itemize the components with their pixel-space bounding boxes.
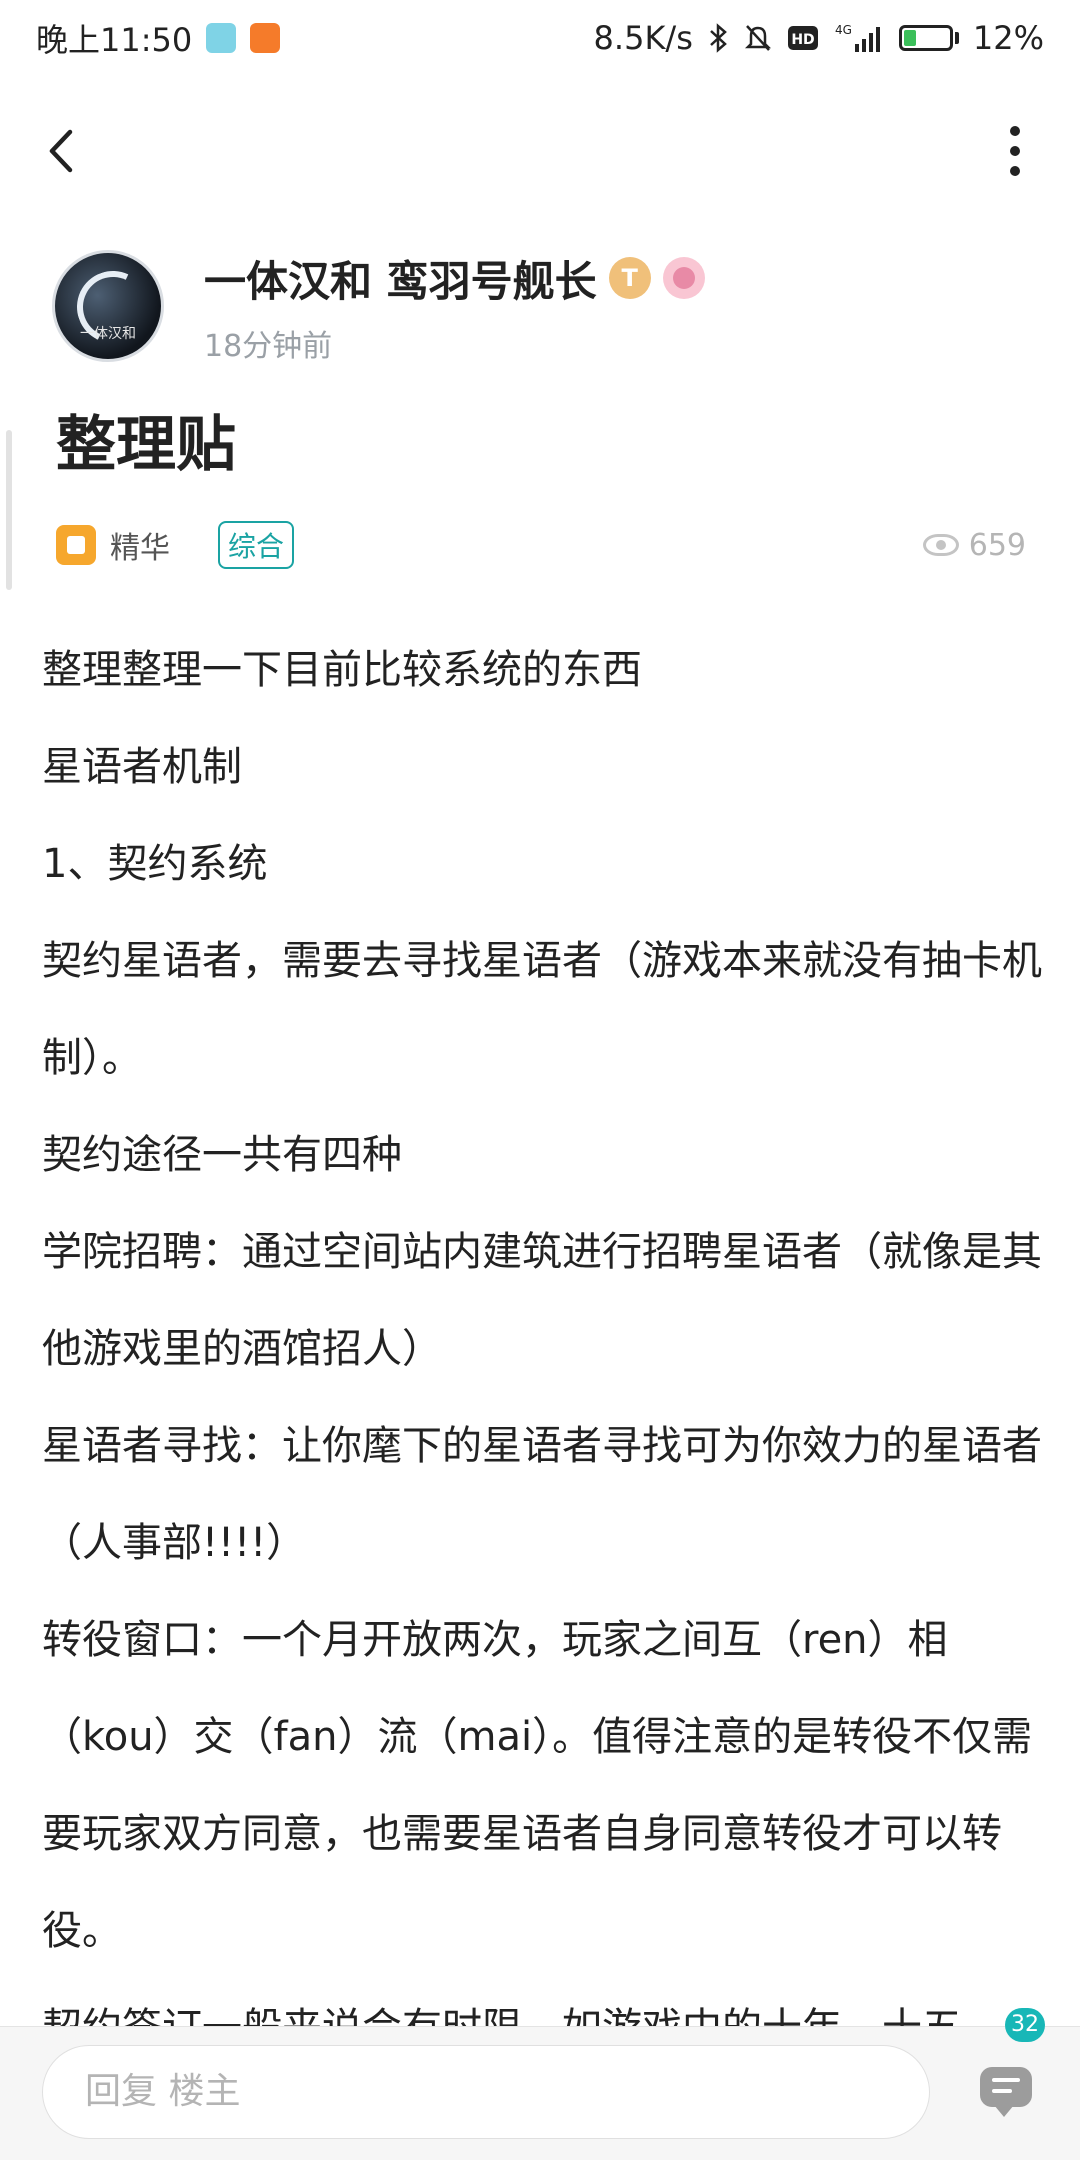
post-paragraph: 整理整理一下目前比较系统的东西 [42,647,642,693]
svg-text:HD: HD [791,32,814,48]
scroll-indicator [6,430,12,590]
bluetooth-icon [707,22,729,54]
comment-icon [980,2067,1032,2117]
hd-icon: HD [787,24,819,52]
bottom-reply-bar: 回复 楼主 [0,2026,1080,2160]
reply-input[interactable]: 回复 楼主 [42,2045,930,2139]
view-count: 659 [922,527,1026,563]
eye-icon [922,534,959,556]
mute-icon [743,22,773,54]
author-info: 一体汉和 鸾羽号舰长 T 18分钟前 [204,248,705,365]
more-vertical-icon [1010,126,1020,136]
network-speed: 8.5K/s [593,19,693,57]
svg-text:4G: 4G [835,23,852,37]
thumbs-up-icon [56,525,96,565]
author-header: 一体汉和 一体汉和 鸾羽号舰长 T 18分钟前 [52,246,705,366]
t-badge-icon: T [608,257,651,299]
post-paragraph: 契约途径一共有四种 [42,1132,402,1178]
app-notification-icon [206,23,237,53]
avatar[interactable]: 一体汉和 [52,250,164,362]
view-count-value: 659 [968,527,1026,563]
post-title: 整理贴 [56,410,236,480]
top-nav [0,110,1080,190]
signal-icon: 4G [833,22,885,54]
post-paragraph: 契约星语者，需要去寻找星语者（游戏本来就没有抽卡机制）。 [42,938,1042,1081]
comment-count-badge: 32 [1005,2008,1045,2042]
author-name-row: 一体汉和 鸾羽号舰长 T [204,248,705,309]
mi-icon [250,23,281,53]
author-name[interactable]: 一体汉和 鸾羽号舰长 [204,248,597,309]
status-bar-right: 8.5K/s HD 4G 12% [594,19,1044,57]
post-detail-page: 晚上11:50 8.5K/s HD 4G 12% 一体汉和 一体汉和 鸾羽号舰长… [0,0,1080,2160]
post-tags-row: 精华 综合 659 [56,520,1026,570]
pink-badge-icon [662,257,705,299]
post-paragraph: 1、契约系统 [42,841,268,887]
battery-icon [898,25,959,51]
comments-button[interactable] [980,2067,1036,2117]
category-tag[interactable]: 综合 [218,521,295,569]
avatar-text: 一体汉和 [80,326,136,342]
post-paragraph: 星语者机制 [42,744,242,790]
post-paragraph: 学院招聘：通过空间站内建筑进行招聘星语者（就像是其他游戏里的酒馆招人） [42,1229,1042,1372]
status-time: 晚上11:50 [36,21,193,59]
post-paragraph: 星语者寻找：让你麾下的星语者寻找可为你效力的星语者（人事部!!!!） [42,1423,1042,1566]
post-body: 整理整理一下目前比较系统的东西 星语者机制 1、契约系统 契约星语者，需要去寻找… [42,622,1042,2077]
battery-percent: 12% [972,19,1044,57]
status-bar-left: 晚上11:50 [36,15,281,61]
more-options-button[interactable] [1000,126,1030,176]
status-bar: 晚上11:50 8.5K/s HD 4G 12% [0,0,1080,76]
chevron-left-icon [49,129,73,173]
essence-label: 精华 [110,531,170,566]
post-time: 18分钟前 [204,328,333,364]
back-button[interactable] [38,126,88,176]
post-paragraph: 转役窗口：一个月开放两次，玩家之间互（ren）相（kou）交（fan）流（mai… [42,1617,1033,1954]
